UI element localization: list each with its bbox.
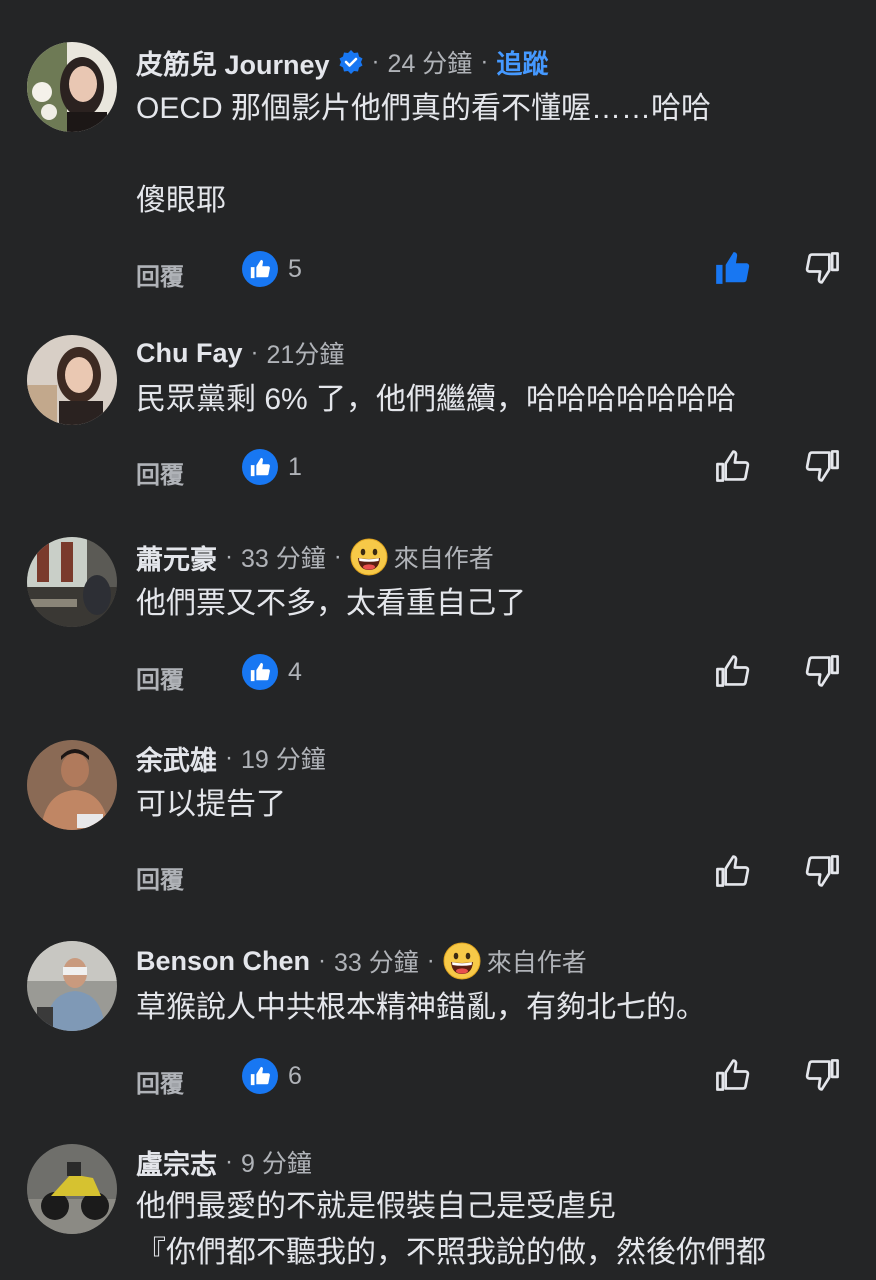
reply-button[interactable]: 回覆 bbox=[136, 1064, 184, 1099]
author-label: 來自作者 bbox=[486, 949, 587, 977]
separator-dot: · bbox=[225, 543, 233, 570]
comment-header: 盧宗志 · 9 分鐘 bbox=[136, 1142, 312, 1182]
avatar[interactable] bbox=[27, 941, 117, 1031]
comment-time[interactable]: 24 分鐘 bbox=[388, 44, 473, 80]
comment-text: 他們最愛的不就是假裝自己是受虐兒 『你們都不聽我的，不照我說的做，然後你們都 bbox=[136, 1184, 766, 1276]
like-count: 6 bbox=[288, 1062, 302, 1090]
thumbs-up-icon[interactable] bbox=[242, 1058, 278, 1094]
comment-actions: 回覆 1 bbox=[0, 447, 876, 491]
comment-line: 『你們都不聽我的，不照我說的做，然後你們都 bbox=[136, 1236, 766, 1269]
separator-dot: · bbox=[318, 947, 327, 974]
verified-badge-icon bbox=[338, 49, 364, 75]
separator-dot: · bbox=[333, 543, 342, 570]
commenter-name[interactable]: Benson Chen bbox=[136, 946, 310, 977]
avatar[interactable] bbox=[27, 1144, 117, 1234]
reply-button[interactable]: 回覆 bbox=[136, 455, 184, 490]
reply-button[interactable]: 回覆 bbox=[136, 660, 184, 695]
avatar[interactable] bbox=[27, 42, 117, 132]
like-count: 4 bbox=[288, 658, 302, 686]
comment-actions: 回覆 6 bbox=[0, 1056, 876, 1100]
follow-button[interactable]: 追蹤 bbox=[496, 44, 548, 81]
comment-line: 傻眼耶 bbox=[136, 184, 226, 217]
avatar-image bbox=[27, 537, 117, 627]
commenter-name[interactable]: 盧宗志 bbox=[136, 1143, 217, 1182]
comment-actions: 回覆 4 bbox=[0, 652, 876, 696]
avatar[interactable] bbox=[27, 537, 117, 627]
thumbs-up-icon[interactable] bbox=[242, 654, 278, 690]
reply-button[interactable]: 回覆 bbox=[136, 257, 184, 292]
thumbs-up-outline-icon[interactable] bbox=[713, 447, 751, 487]
avatar-image bbox=[27, 740, 117, 830]
grinning-face-icon bbox=[443, 942, 481, 980]
avatar[interactable] bbox=[27, 740, 117, 830]
thumbs-up-outline-icon[interactable] bbox=[713, 852, 751, 892]
comment-header: Benson Chen · 33 分鐘 · 來自作者 bbox=[136, 941, 587, 981]
avatar[interactable] bbox=[27, 335, 117, 425]
avatar-image bbox=[27, 941, 117, 1031]
separator-dot: · bbox=[426, 947, 435, 974]
comment-time[interactable]: 21分鐘 bbox=[267, 335, 345, 371]
like-count: 5 bbox=[288, 255, 302, 283]
avatar-image bbox=[27, 1144, 117, 1234]
reply-button[interactable]: 回覆 bbox=[136, 860, 184, 895]
comment-header: 余武雄 · 19 分鐘 bbox=[136, 738, 326, 778]
comment-text: 可以提告了 bbox=[136, 782, 286, 828]
comment-time[interactable]: 19 分鐘 bbox=[241, 740, 326, 776]
comment-text: OECD 那個影片他們真的看不懂喔……哈哈 傻眼耶 bbox=[136, 86, 711, 224]
comment-text: 他們票又不多，太看重自己了 bbox=[136, 581, 526, 627]
comment-text: 民眾黨剩 6% 了，他們繼續，哈哈哈哈哈哈哈 bbox=[136, 377, 736, 423]
comment-time[interactable]: 9 分鐘 bbox=[241, 1144, 312, 1180]
like-count: 1 bbox=[288, 453, 302, 481]
separator-dot: · bbox=[225, 1148, 233, 1175]
separator-dot: · bbox=[250, 339, 259, 366]
commenter-name[interactable]: 皮筋兒 Journey bbox=[136, 43, 330, 82]
comment-time[interactable]: 33 分鐘 bbox=[241, 539, 326, 575]
thumbs-down-outline-icon[interactable] bbox=[804, 852, 842, 892]
comment-line: 草猴說人中共根本精神錯亂，有夠北七的。 bbox=[136, 991, 706, 1024]
separator-dot: · bbox=[480, 48, 489, 75]
comment-line: 可以提告了 bbox=[136, 788, 286, 821]
thumbs-up-filled-icon[interactable] bbox=[713, 249, 751, 289]
comment-line: OECD 那個影片他們真的看不懂喔……哈哈 bbox=[136, 92, 712, 125]
comment-line bbox=[136, 132, 711, 178]
commenter-name[interactable]: 余武雄 bbox=[136, 739, 217, 778]
comment-line: 民眾黨剩 6% 了，他們繼續，哈哈哈哈哈哈哈 bbox=[136, 383, 737, 416]
comment-line: 他們最愛的不就是假裝自己是受虐兒 bbox=[136, 1190, 616, 1223]
comment-line: 他們票又不多，太看重自己了 bbox=[136, 587, 526, 620]
separator-dot: · bbox=[225, 744, 233, 771]
thumbs-up-outline-icon[interactable] bbox=[713, 652, 751, 692]
thumbs-down-outline-icon[interactable] bbox=[804, 249, 842, 289]
commenter-name[interactable]: 蕭元豪 bbox=[136, 538, 217, 577]
commenter-name[interactable]: Chu Fay bbox=[136, 338, 243, 369]
grinning-face-icon bbox=[350, 538, 388, 576]
comment-header: 蕭元豪 · 33 分鐘 · 來自作者 bbox=[136, 537, 494, 577]
separator-dot: · bbox=[371, 48, 380, 75]
author-label: 來自作者 bbox=[393, 545, 494, 573]
thumbs-up-icon[interactable] bbox=[242, 449, 278, 485]
thumbs-down-outline-icon[interactable] bbox=[804, 447, 842, 487]
thumbs-down-outline-icon[interactable] bbox=[804, 652, 842, 692]
comment-text: 草猴說人中共根本精神錯亂，有夠北七的。 bbox=[136, 985, 706, 1031]
comment-time[interactable]: 33 分鐘 bbox=[334, 943, 419, 979]
comment-actions: 回覆 5 bbox=[0, 249, 876, 293]
thumbs-up-icon[interactable] bbox=[242, 251, 278, 287]
thumbs-up-outline-icon[interactable] bbox=[713, 1056, 751, 1096]
comment-actions: 回覆 bbox=[0, 852, 876, 896]
avatar-image bbox=[27, 335, 117, 425]
thumbs-down-outline-icon[interactable] bbox=[804, 1056, 842, 1096]
comment-header: Chu Fay · 21分鐘 bbox=[136, 333, 344, 373]
avatar-image bbox=[27, 42, 117, 132]
comment-header: 皮筋兒 Journey · 24 分鐘 · 追蹤 bbox=[136, 42, 548, 82]
